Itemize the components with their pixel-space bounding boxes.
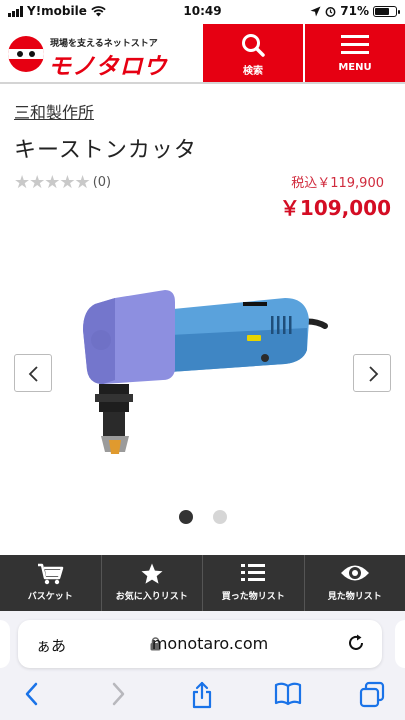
- review-count: (0): [92, 175, 112, 190]
- back-icon[interactable]: [22, 681, 42, 707]
- site-header: 現場を支えるネットストア モノタロウ 検索 MENU: [0, 24, 405, 84]
- menu-label: MENU: [338, 62, 372, 73]
- pagination-dot-2[interactable]: [212, 510, 227, 524]
- browser-nav: [0, 681, 405, 711]
- address-bar[interactable]: ぁあ monotaro.com: [18, 620, 382, 668]
- tabs-icon[interactable]: [358, 681, 386, 709]
- favorites-button[interactable]: お気に入りリスト: [102, 555, 203, 611]
- hamburger-icon: [341, 35, 369, 54]
- list-icon: [241, 564, 266, 581]
- viewed-label: 見た物リスト: [327, 592, 382, 602]
- chevron-right-icon: [369, 366, 379, 382]
- prev-tab-edge[interactable]: [0, 620, 10, 668]
- basket-label: バスケット: [27, 592, 73, 602]
- bottom-action-bar: バスケット お気に入りリスト 買った物リスト 見た物リスト: [0, 555, 405, 611]
- chevron-left-icon: [28, 366, 38, 382]
- product-gallery[interactable]: [0, 230, 405, 530]
- brand-link[interactable]: 三和製作所: [14, 99, 94, 123]
- star-icon: [141, 563, 163, 584]
- menu-button[interactable]: MENU: [305, 24, 405, 82]
- battery-icon: [373, 5, 400, 17]
- star-rating-icon: ★★★★★: [14, 172, 91, 193]
- viewed-list-button[interactable]: 見た物リスト: [305, 555, 405, 611]
- forward-icon[interactable]: [108, 681, 128, 707]
- search-button[interactable]: 検索: [203, 24, 303, 82]
- url-text: monotaro.com: [151, 634, 269, 653]
- product-title: キーストンカッタ: [14, 138, 197, 163]
- logo-name: モノタロウ: [48, 54, 168, 80]
- purchased-label: 買った物リスト: [221, 592, 285, 602]
- favorites-label: お気に入りリスト: [115, 592, 188, 602]
- location-icon: [310, 6, 321, 16]
- battery-percent: 71%: [340, 4, 369, 18]
- search-label: 検索: [243, 66, 263, 77]
- gallery-next-button[interactable]: [353, 354, 391, 392]
- status-right: 71%: [310, 4, 400, 18]
- product-image[interactable]: [75, 280, 335, 460]
- alarm-icon: [325, 6, 336, 17]
- next-tab-edge[interactable]: [395, 620, 405, 668]
- bookmarks-icon[interactable]: [274, 681, 302, 707]
- purchased-list-button[interactable]: 買った物リスト: [203, 555, 305, 611]
- basket-button[interactable]: バスケット: [0, 555, 102, 611]
- gallery-prev-button[interactable]: [14, 354, 52, 392]
- rating[interactable]: ★★★★★ (0): [14, 172, 111, 193]
- pagination-dot-1[interactable]: [178, 510, 193, 524]
- sale-price: ￥109,000: [279, 196, 391, 220]
- status-bar: Y!mobile 10:49 71%: [0, 0, 405, 24]
- reload-icon[interactable]: [346, 633, 366, 653]
- browser-toolbar: ぁあ monotaro.com: [0, 611, 405, 720]
- mascot-icon: [8, 36, 44, 72]
- search-icon: [242, 34, 265, 57]
- gallery-pagination: [0, 510, 405, 524]
- monotaro-logo[interactable]: 現場を支えるネットストア モノタロウ: [8, 32, 198, 80]
- eye-icon: [340, 565, 369, 581]
- original-price: 税込￥119,900: [291, 176, 384, 191]
- cart-icon: [38, 563, 64, 585]
- share-icon[interactable]: [190, 681, 214, 709]
